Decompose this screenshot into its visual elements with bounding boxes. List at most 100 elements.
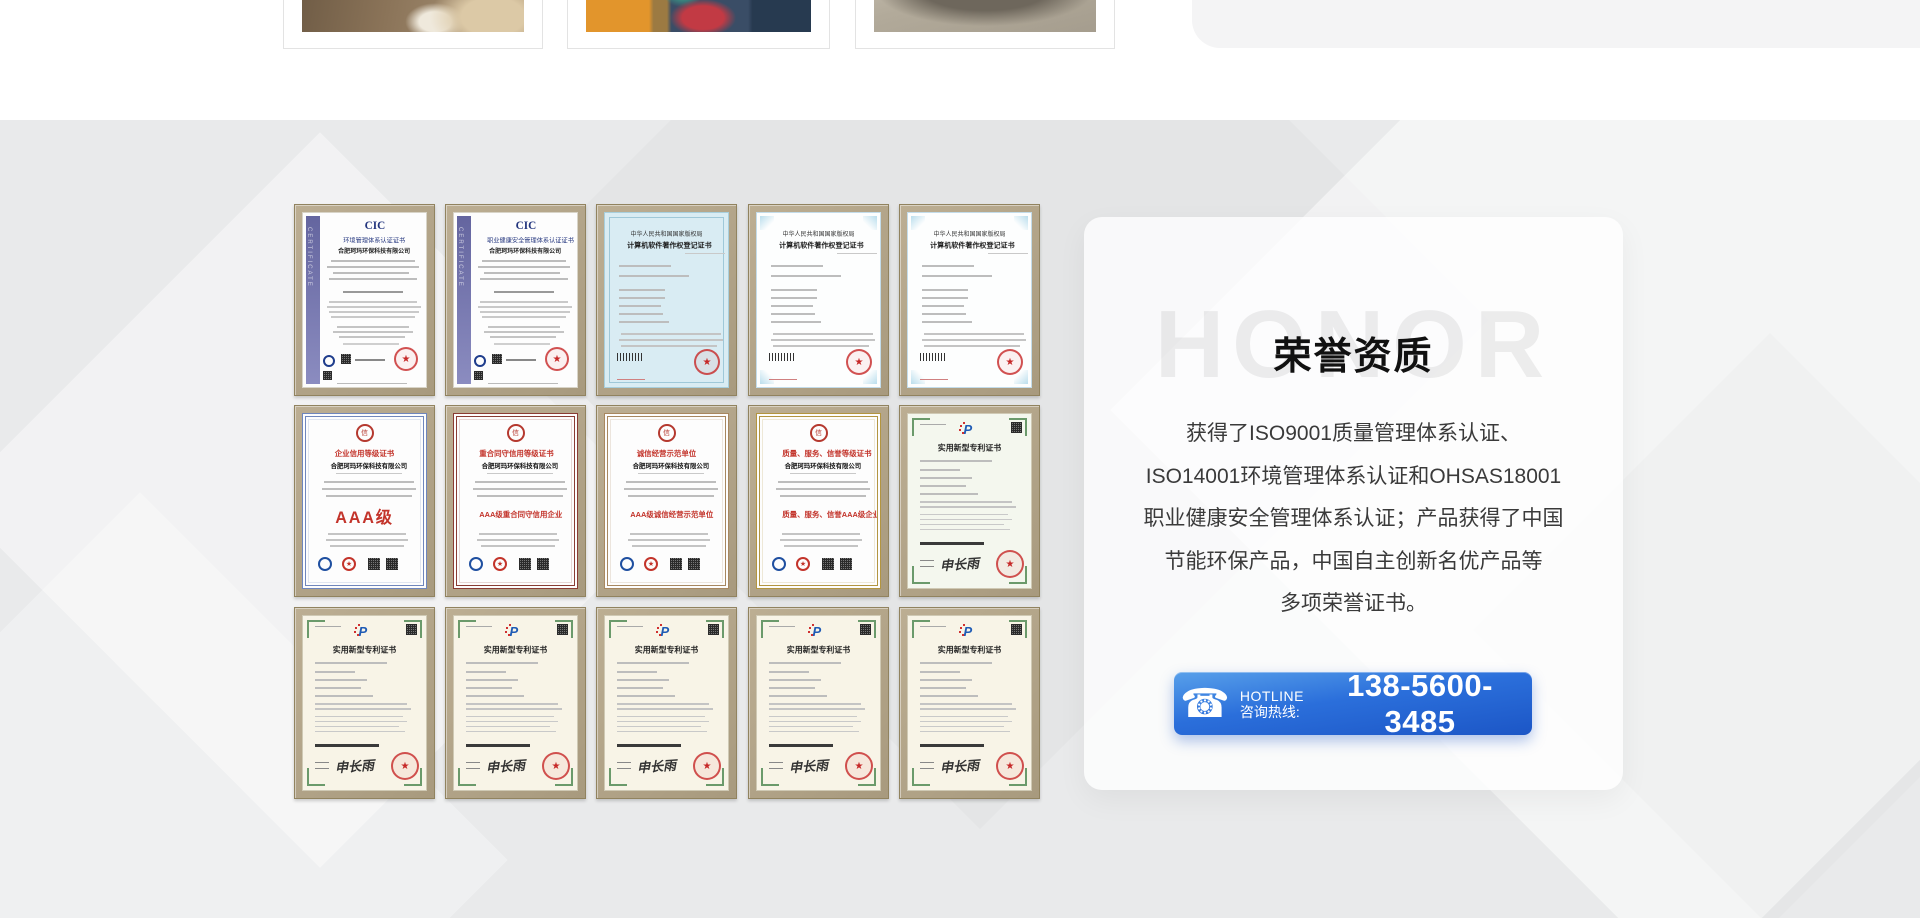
certificate-paper: P实用新型专利证书申长雨★ — [907, 615, 1032, 791]
text-line — [769, 721, 861, 722]
text-line — [771, 313, 815, 315]
cic-round-logo-icon — [474, 355, 486, 367]
qr-code-icon — [341, 354, 351, 364]
cic-band-text: CERTIFICATE — [306, 227, 312, 288]
corner-flourish-icon — [760, 370, 774, 384]
text-line — [328, 533, 406, 535]
text-line — [920, 671, 960, 673]
honor-section: CERTIFICATECIC环境管理体系认证证书合肥珂玛环保科技有限公司★CER… — [0, 120, 1920, 918]
certificate-patent[interactable]: P实用新型专利证书申长雨★ — [899, 405, 1040, 597]
project-photo-card-1[interactable] — [283, 0, 543, 49]
text-line — [327, 306, 421, 308]
certificate-copyright[interactable]: 中华人民共和国国家版权局计算机软件著作权登记证书★ — [899, 204, 1040, 396]
certificate-cic[interactable]: CERTIFICATECIC职业健康安全管理体系认证证书合肥珂玛环保科技有限公司… — [445, 204, 586, 396]
hotline-labels: HOTLINE 咨询热线: — [1240, 688, 1304, 720]
text-line — [315, 731, 405, 732]
project-photo-card-3[interactable] — [855, 0, 1115, 49]
text-line — [466, 744, 530, 747]
text-line — [617, 671, 657, 673]
text-line — [920, 731, 1010, 732]
text-line — [488, 326, 560, 328]
certificate-credit[interactable]: 信质量、服务、信誉等级证书合肥珂玛环保科技有限公司质量、服务、信誉AAA级企业★ — [748, 405, 889, 597]
signature: 申长雨 — [636, 755, 676, 777]
red-seal-icon: ★ — [997, 349, 1023, 375]
certificate-cic[interactable]: CERTIFICATECIC环境管理体系认证证书合肥珂玛环保科技有限公司★ — [294, 204, 435, 396]
corner-flourish-icon — [307, 620, 325, 638]
award-text: AAA级诚信经营示范单位 — [630, 509, 703, 520]
text-line — [617, 708, 713, 710]
text-line — [773, 345, 869, 347]
certificate-title: 计算机软件著作权登记证书 — [779, 240, 858, 250]
text-line — [466, 671, 506, 673]
text-line — [490, 336, 556, 338]
corner-flourish-icon — [912, 620, 930, 638]
certificate-patent[interactable]: P实用新型专利证书申长雨★ — [445, 607, 586, 799]
certificate-credit[interactable]: 信企业信用等级证书合肥珂玛环保科技有限公司AAA级★ — [294, 405, 435, 597]
award-text: 质量、服务、信誉AAA级企业 — [782, 509, 855, 520]
text-line — [920, 485, 966, 487]
text-line — [494, 343, 550, 345]
star-logo-icon: ★ — [644, 557, 658, 571]
certificate-paper: P实用新型专利证书申长雨★ — [302, 615, 427, 791]
certificate-copyright[interactable]: 中华人民共和国国家版权局计算机软件著作权登记证书★ — [596, 204, 737, 396]
credit-emblem-icon: 信 — [658, 424, 676, 442]
certificate-paper: 中华人民共和国国家版权局计算机软件著作权登记证书★ — [756, 212, 881, 388]
text-line — [617, 679, 669, 681]
text-line — [506, 359, 536, 361]
qr-code-icon — [708, 624, 719, 635]
text-line — [466, 708, 562, 710]
certificate-credit[interactable]: 信诚信经营示范单位合肥珂玛环保科技有限公司AAA级诚信经营示范单位★ — [596, 405, 737, 597]
company-name: 合肥珂玛环保科技有限公司 — [482, 461, 550, 470]
text-line — [920, 687, 966, 689]
text-line — [920, 424, 946, 425]
certificate-paper: P实用新型专利证书申长雨★ — [907, 413, 1032, 589]
text-line — [920, 708, 1016, 710]
certificate-copyright[interactable]: 中华人民共和国国家版权局计算机软件著作权登记证书★ — [748, 204, 889, 396]
text-line — [920, 501, 1012, 503]
text-line — [617, 726, 701, 727]
text-line — [484, 272, 560, 274]
text-line — [315, 768, 329, 769]
text-line — [769, 731, 859, 732]
signature: 申长雨 — [939, 553, 979, 575]
certificate-patent[interactable]: P实用新型专利证书申长雨★ — [596, 607, 737, 799]
text-line — [776, 488, 870, 490]
hotline-button[interactable]: ☎ HOTLINE 咨询热线: 138-5600-3485 — [1174, 672, 1532, 735]
certificate-credit[interactable]: 信重合同守信用等级证书合肥珂玛环保科技有限公司AAA级重合同守信用企业★ — [445, 405, 586, 597]
company-name: 合肥珂玛环保科技有限公司 — [481, 246, 562, 255]
qr-code-icon — [519, 558, 531, 570]
text-line — [315, 703, 407, 705]
red-seal-icon: ★ — [693, 752, 721, 780]
project-photo-card-2[interactable] — [567, 0, 830, 49]
text-line — [617, 744, 681, 747]
cert-logo-icon — [318, 557, 332, 571]
corner-flourish-icon — [1014, 216, 1028, 230]
honor-card: HONOR 荣誉资质 获得了ISO9001质量管理体系认证、 ISO14001环… — [1084, 217, 1623, 790]
company-name: 合肥珂玛环保科技有限公司 — [331, 461, 399, 470]
text-line — [924, 333, 1024, 335]
text-line — [920, 469, 960, 471]
certificate-patent[interactable]: P实用新型专利证书申长雨★ — [748, 607, 889, 799]
text-line — [920, 662, 992, 664]
corner-flourish-icon — [761, 768, 779, 786]
text-line — [617, 379, 645, 380]
text-line — [619, 339, 723, 341]
cic-band-text: CERTIFICATE — [457, 227, 463, 288]
text-line — [920, 703, 1012, 705]
text-line — [769, 679, 821, 681]
text-line — [769, 671, 809, 673]
text-line — [621, 333, 721, 335]
company-name: 合肥珂玛环保科技有限公司 — [785, 461, 853, 470]
text-line — [920, 726, 1004, 727]
certificate-patent[interactable]: P实用新型专利证书申长雨★ — [294, 607, 435, 799]
description-line: 获得了ISO9001质量管理体系认证、 — [1114, 413, 1593, 456]
certificate-paper: P实用新型专利证书申长雨★ — [756, 615, 881, 791]
text-line — [466, 687, 512, 689]
qr-code-icon — [840, 558, 852, 570]
certificate-patent[interactable]: P实用新型专利证书申长雨★ — [899, 607, 1040, 799]
text-line — [920, 460, 992, 462]
text-line — [922, 297, 968, 299]
text-line — [769, 695, 827, 697]
honor-description: 获得了ISO9001质量管理体系认证、 ISO14001环境管理体系认证和OHS… — [1114, 413, 1593, 626]
text-line — [920, 514, 1008, 515]
